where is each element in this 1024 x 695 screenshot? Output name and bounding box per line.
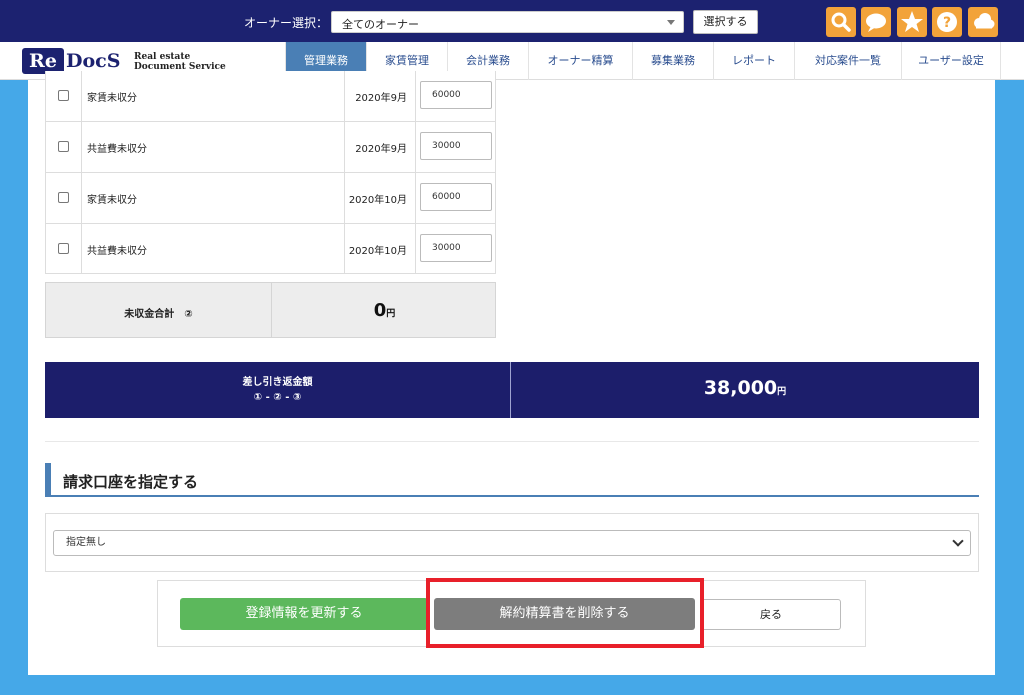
nav-tab-user-settings[interactable]: ユーザー設定 — [901, 42, 1001, 80]
table-row: 家賃未収分 2020年9月 60000 — [45, 71, 496, 122]
row-amount-input[interactable]: 30000 — [420, 132, 492, 160]
nav-tab-recruitment[interactable]: 募集業務 — [632, 42, 713, 80]
row-amount-input[interactable]: 30000 — [420, 234, 492, 262]
row-month: 2020年9月 — [355, 93, 407, 104]
select-owner-button[interactable]: 選択する — [693, 10, 758, 34]
billing-account-value: 指定無し — [66, 537, 106, 548]
row-checkbox[interactable] — [58, 141, 69, 152]
row-item-name: 共益費未収分 — [87, 144, 147, 155]
refund-label: 差し引き返金額 ① - ② - ③ — [242, 377, 313, 403]
row-item-name: 家賃未収分 — [87, 93, 137, 104]
top-bar: オーナー選択： 全てのオーナー 選択する ? — [0, 0, 1024, 42]
unpaid-total-label: 未収金合計 ② — [124, 309, 193, 320]
row-item-name: 家賃未収分 — [87, 195, 137, 206]
unpaid-total-box: 未収金合計 ② 0円 — [45, 282, 496, 338]
refund-amount-box: 差し引き返金額 ① - ② - ③ 38,000円 — [45, 362, 979, 418]
owner-select[interactable]: 全てのオーナー — [331, 11, 684, 33]
section-divider — [45, 441, 979, 442]
chevron-down-icon — [952, 535, 964, 547]
star-icon[interactable] — [897, 7, 927, 37]
chat-icon[interactable] — [861, 7, 891, 37]
billing-section-title: 請求口座を指定する — [63, 473, 199, 491]
back-button[interactable]: 戻る — [701, 599, 841, 630]
refund-value: 38,000円 — [703, 377, 787, 399]
table-row: 共益費未収分 2020年10月 30000 — [45, 224, 496, 274]
svg-text:?: ? — [943, 15, 951, 31]
caret-down-icon — [667, 20, 675, 25]
row-amount-input[interactable]: 60000 — [420, 81, 492, 109]
row-month: 2020年10月 — [348, 246, 407, 257]
highlight-annotation — [426, 578, 704, 648]
billing-account-select[interactable]: 指定無し — [53, 530, 971, 556]
billing-section-header: 請求口座を指定する — [45, 463, 979, 497]
row-checkbox[interactable] — [58, 192, 69, 203]
nav-tab-case-list[interactable]: 対応案件一覧 — [794, 42, 901, 80]
row-month: 2020年10月 — [348, 195, 407, 206]
billing-account-box: 指定無し — [45, 513, 979, 572]
row-checkbox[interactable] — [58, 90, 69, 101]
table-row: 共益費未収分 2020年9月 30000 — [45, 122, 496, 173]
cloud-icon[interactable] — [968, 7, 998, 37]
nav-tab-report[interactable]: レポート — [713, 42, 794, 80]
update-registration-button[interactable]: 登録情報を更新する — [180, 598, 428, 630]
search-icon[interactable] — [826, 7, 856, 37]
row-item-name: 共益費未収分 — [87, 246, 147, 257]
nav-tab-owner-settlement[interactable]: オーナー精算 — [528, 42, 632, 80]
row-month: 2020年9月 — [355, 144, 407, 155]
row-checkbox[interactable] — [58, 243, 69, 254]
row-amount-input[interactable]: 60000 — [420, 183, 492, 211]
unpaid-total-value: 0円 — [373, 300, 396, 321]
table-row: 家賃未収分 2020年10月 60000 — [45, 173, 496, 224]
owner-select-label: オーナー選択： — [244, 16, 329, 30]
page-background-strip — [0, 675, 1024, 695]
owner-select-value: 全てのオーナー — [342, 18, 419, 31]
help-icon[interactable]: ? — [932, 7, 962, 37]
logo-tagline: Real estate Document Service — [134, 52, 226, 72]
